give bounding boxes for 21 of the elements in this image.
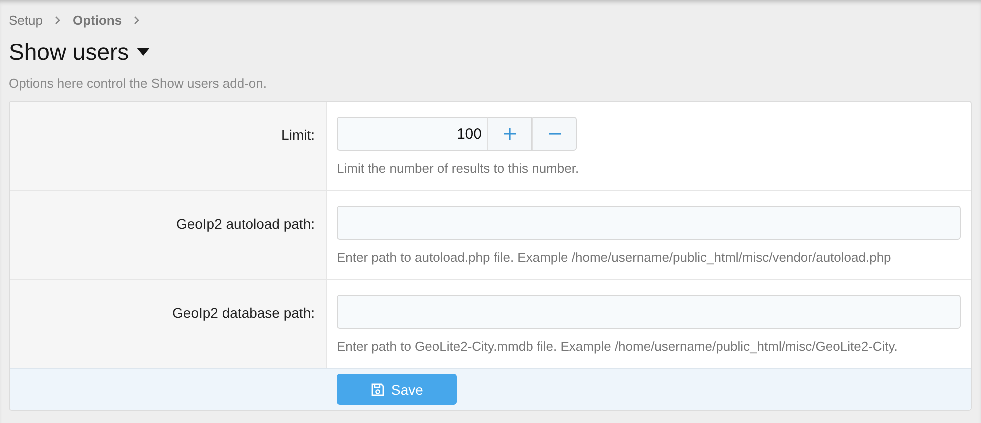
breadcrumb-link[interactable]: Setup <box>9 12 43 28</box>
chevron-icon <box>134 16 140 24</box>
field-label: GeoIp2 database path: <box>172 305 315 322</box>
field-label: Limit: <box>282 127 315 144</box>
path-input-field[interactable] <box>337 206 961 240</box>
save-button[interactable]: Save <box>337 374 457 405</box>
chevron-icon <box>54 16 61 24</box>
field-hint: Enter path to GeoLite2-City.mmdb file. Example /home/username/public_html/misc/GeoLite2-City. <box>337 339 899 354</box>
breadcrumb-link[interactable]: Options <box>72 12 122 28</box>
number-input-field[interactable]: 100 <box>337 117 487 151</box>
decrement-button[interactable] <box>532 117 577 151</box>
plus-icon <box>504 128 516 140</box>
field-hint: Limit the number of results to this number. <box>337 161 580 176</box>
increment-button[interactable] <box>487 117 532 151</box>
minus-icon <box>548 133 560 135</box>
field-hint: Enter path to autoload.php file. Example /home/username/public_html/misc/vendor/autoload.php <box>337 250 892 265</box>
field-label: GeoIp2 autoload path: <box>176 216 315 233</box>
path-input-field[interactable] <box>337 295 961 329</box>
page-description: Options here control the Show users add-on. <box>9 76 268 91</box>
caret-down-icon[interactable] <box>137 48 150 56</box>
page-title: Show users <box>9 38 130 66</box>
